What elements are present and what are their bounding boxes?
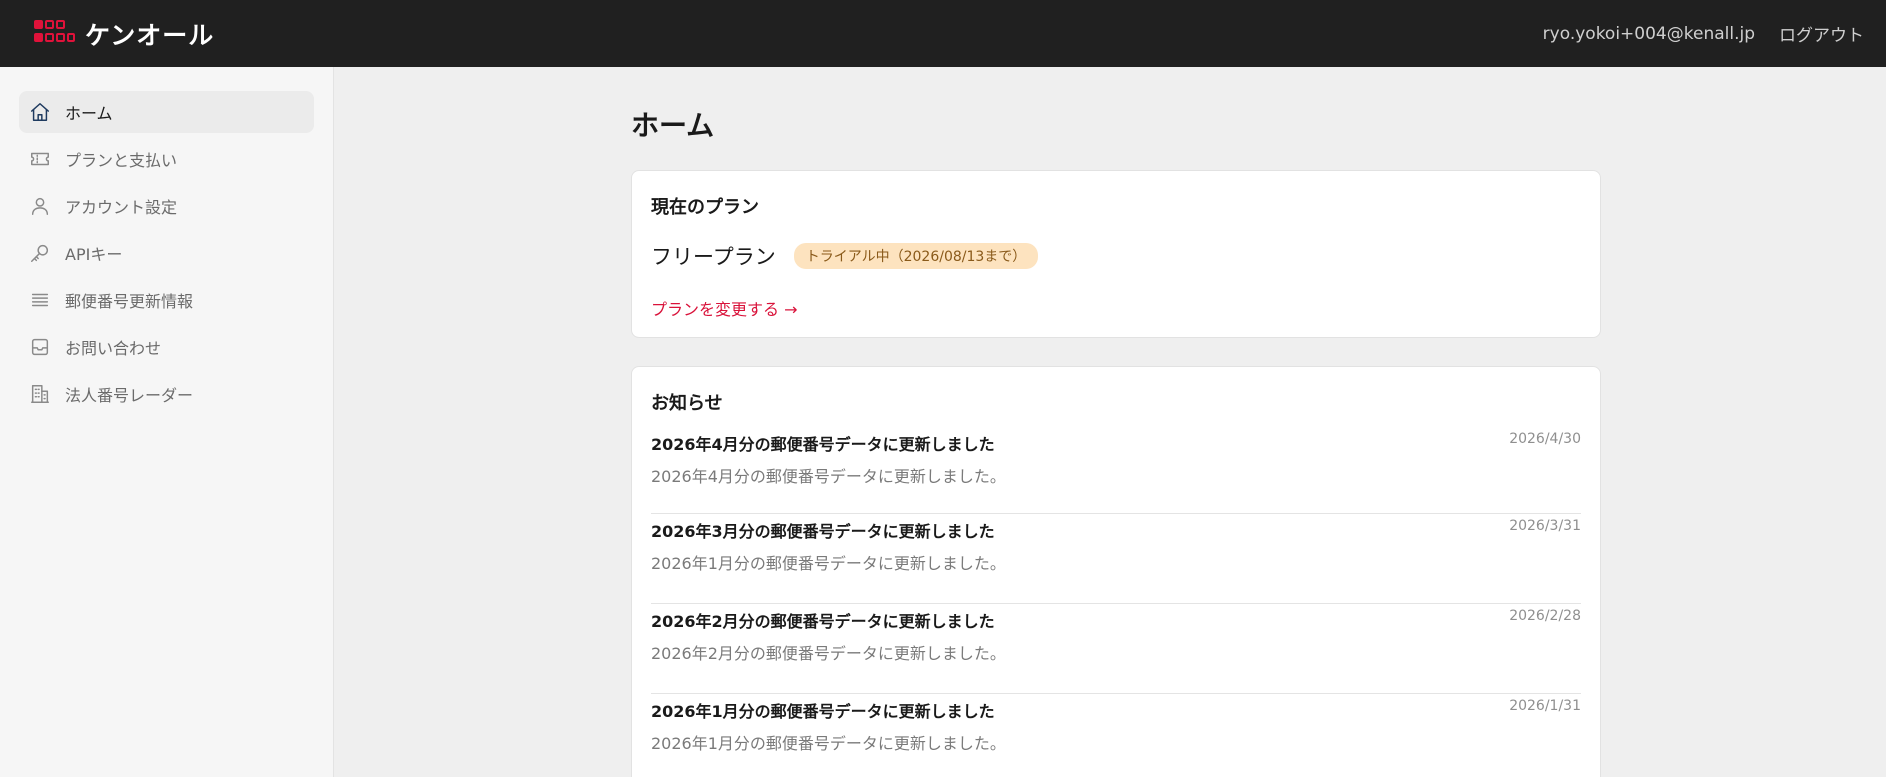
card-title: 現在のプラン (651, 197, 759, 218)
card-title: お知らせ (651, 393, 723, 414)
sidebar-item-label: 法人番号レーダー (65, 386, 194, 405)
news-date: 2026/1/31 (1509, 698, 1581, 714)
key-icon (31, 244, 49, 262)
news-date: 2026/2/28 (1509, 608, 1581, 624)
page-title: ホーム (631, 109, 715, 142)
sidebar-item-plan-billing[interactable]: プランと支払い (19, 138, 314, 180)
top-header: ケンオール ryo.yokoi+004@kenall.jp ログアウト (0, 0, 1886, 67)
user-icon (31, 197, 49, 215)
list-item[interactable]: 2026年4月分の郵便番号データに更新しました 2026年4月分の郵便番号データ… (651, 431, 1581, 514)
sidebar-item-api-keys[interactable]: APIキー (19, 232, 314, 274)
news-list: 2026年4月分の郵便番号データに更新しました 2026年4月分の郵便番号データ… (651, 431, 1581, 777)
sidebar-item-postal-updates[interactable]: 郵便番号更新情報 (19, 279, 314, 321)
news-description: 2026年4月分の郵便番号データに更新しました。 (651, 467, 1006, 486)
current-plan-card: 現在のプラン フリープラン トライアル中（2026/08/13まで） プランを変… (631, 170, 1601, 338)
news-title: 2026年1月分の郵便番号データに更新しました (651, 702, 995, 721)
news-date: 2026/3/31 (1509, 518, 1581, 534)
ticket-icon (31, 152, 49, 166)
sidebar: ホーム プランと支払い アカウント設定 APIキー 郵便番号更新情報 お問い合わ… (0, 67, 334, 777)
logout-link[interactable]: ログアウト (1779, 21, 1864, 46)
logo-icon (34, 19, 75, 48)
list-item[interactable]: 2026年2月分の郵便番号データに更新しました 2026年2月分の郵便番号データ… (651, 604, 1581, 694)
sidebar-item-label: APIキー (65, 245, 123, 264)
change-plan-link[interactable]: プランを変更する → (651, 296, 798, 320)
sidebar-item-label: ホーム (65, 104, 113, 123)
sidebar-item-label: プランと支払い (65, 151, 178, 170)
brand-name: ケンオール (85, 20, 215, 50)
news-description: 2026年1月分の郵便番号データに更新しました。 (651, 734, 1006, 753)
sidebar-item-contact[interactable]: お問い合わせ (19, 326, 314, 368)
news-title: 2026年2月分の郵便番号データに更新しました (651, 612, 995, 631)
home-icon (31, 103, 49, 121)
news-description: 2026年2月分の郵便番号データに更新しました。 (651, 644, 1006, 663)
news-title: 2026年3月分の郵便番号データに更新しました (651, 522, 995, 541)
news-title: 2026年4月分の郵便番号データに更新しました (651, 435, 995, 454)
sidebar-item-corporate-radar[interactable]: 法人番号レーダー (19, 373, 314, 415)
news-date: 2026/4/30 (1509, 431, 1581, 447)
sidebar-item-label: アカウント設定 (65, 198, 178, 217)
inbox-icon (31, 338, 49, 356)
news-card: お知らせ 2026年4月分の郵便番号データに更新しました 2026年4月分の郵便… (631, 366, 1601, 777)
sidebar-item-label: 郵便番号更新情報 (65, 292, 194, 311)
sidebar-item-home[interactable]: ホーム (19, 91, 314, 133)
brand[interactable]: ケンオール (34, 16, 214, 52)
news-description: 2026年1月分の郵便番号データに更新しました。 (651, 554, 1006, 573)
building-icon (31, 385, 49, 403)
list-item[interactable]: 2026年1月分の郵便番号データに更新しました 2026年1月分の郵便番号データ… (651, 694, 1581, 777)
trial-status-badge: トライアル中（2026/08/13まで） (793, 243, 1039, 269)
list-item[interactable]: 2026年3月分の郵便番号データに更新しました 2026年1月分の郵便番号データ… (651, 514, 1581, 604)
plan-name: フリープラン (651, 245, 776, 269)
user-email: ryo.yokoi+004@kenall.jp (1542, 23, 1755, 44)
list-icon (31, 293, 49, 307)
sidebar-item-account-settings[interactable]: アカウント設定 (19, 185, 314, 227)
sidebar-item-label: お問い合わせ (65, 339, 162, 358)
